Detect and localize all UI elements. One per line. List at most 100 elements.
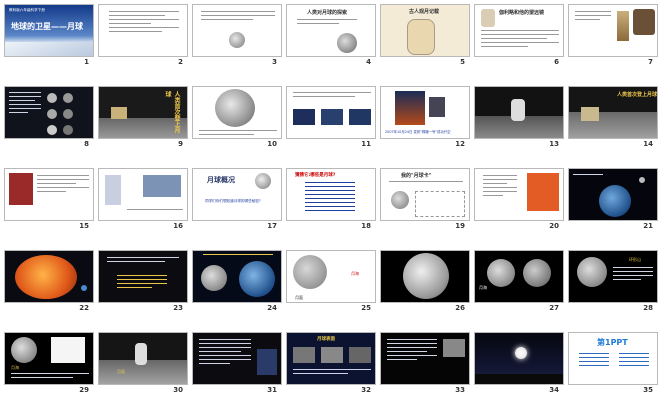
moon-map-drawing [51, 337, 85, 363]
slide-4[interactable]: 人类对月球的探索 4 [285, 3, 377, 69]
slide-12[interactable]: 2007年10月24日 发射"嫦娥一号"成功升空 12 [379, 85, 471, 151]
slide-20[interactable]: 20 [473, 167, 565, 233]
satellite-image-2 [321, 109, 343, 125]
slide-18-thumb[interactable]: 猜猜它:哪些是月球? [286, 168, 376, 221]
slide-21-thumb[interactable] [568, 168, 658, 221]
slide-15-thumb[interactable] [4, 168, 94, 221]
slide-3[interactable]: 3 [191, 3, 283, 69]
slide-26[interactable]: 26 [379, 249, 471, 315]
slide-number: 12 [455, 140, 465, 148]
slide-number: 35 [643, 386, 653, 394]
moon-phase-4 [63, 109, 73, 119]
slide-10[interactable]: 10 [191, 85, 283, 151]
slide-33[interactable]: 33 [379, 331, 471, 397]
slide-25-thumb[interactable]: 月面 月海 [286, 250, 376, 303]
slide-28[interactable]: 环形山 28 [567, 249, 659, 315]
slide-34-thumb[interactable] [474, 332, 564, 385]
slide-23-thumb[interactable] [98, 250, 188, 303]
slide-8-text [9, 92, 41, 116]
slide-29[interactable]: 月海 29 [3, 331, 95, 397]
slide-5-thumb[interactable]: 古人观月记载 [380, 4, 470, 57]
moon-image [11, 337, 37, 363]
slide-23-answer [117, 275, 167, 291]
slide-34[interactable]: 34 [473, 331, 565, 397]
slide-23[interactable]: 23 [97, 249, 189, 315]
slide-number: 8 [84, 140, 89, 148]
slide-1[interactable]: 教科版六年级科学下册 地球的卫星——月球 1 [3, 3, 95, 69]
slide-31[interactable]: 31 [191, 331, 283, 397]
slide-22[interactable]: 22 [3, 249, 95, 315]
slide-19-thumb[interactable]: 我的"月球卡" [380, 168, 470, 221]
slide-9-title: 人类首次登上月球 [164, 91, 180, 133]
moon-image [201, 265, 227, 291]
slide-number: 34 [549, 386, 559, 394]
slide-33-thumb[interactable] [380, 332, 470, 385]
slide-18-title: 猜猜它:哪些是月球? [295, 173, 336, 178]
slide-15[interactable]: 15 [3, 167, 95, 233]
slide-number: 9 [178, 140, 183, 148]
slide-2-thumb[interactable] [98, 4, 188, 57]
slide-18[interactable]: 猜猜它:哪些是月球? 18 [285, 167, 377, 233]
slide-19[interactable]: 我的"月球卡" 19 [379, 167, 471, 233]
slide-24-thumb[interactable] [192, 250, 282, 303]
slide-27-thumb[interactable]: 月海 [474, 250, 564, 303]
slide-30[interactable]: 月面 30 [97, 331, 189, 397]
slide-8-thumb[interactable] [4, 86, 94, 139]
slide-4-thumb[interactable]: 人类对月球的探索 [286, 4, 376, 57]
slide-11[interactable]: 11 [285, 85, 377, 151]
surface-photo-2 [321, 347, 343, 363]
slide-1-thumb[interactable]: 教科版六年级科学下册 地球的卫星——月球 [4, 4, 94, 57]
slide-6[interactable]: 伽利略和他的望远镜 6 [473, 3, 565, 69]
slide-number: 25 [361, 304, 371, 312]
slide-27[interactable]: 月海 27 [473, 249, 565, 315]
slide-26-thumb[interactable] [380, 250, 470, 303]
slide-25[interactable]: 月面 月海 25 [285, 249, 377, 315]
slide-number: 10 [267, 140, 277, 148]
slide-21[interactable]: 21 [567, 167, 659, 233]
slide-14-thumb[interactable]: 人类首次登上月球 [568, 86, 658, 139]
slide-number: 32 [361, 386, 371, 394]
snow-landscape [5, 42, 93, 56]
photo-image [9, 173, 33, 205]
slide-18-options [305, 182, 355, 214]
slide-10-thumb[interactable] [192, 86, 282, 139]
slide-17-caption: 同学们你们想知道月球的哪些秘密? [205, 199, 261, 203]
slide-28-thumb[interactable]: 环形山 [568, 250, 658, 303]
slide-11-thumb[interactable] [286, 86, 376, 139]
slide-5[interactable]: 古人观月记载 5 [379, 3, 471, 69]
slide-number: 30 [173, 386, 183, 394]
slide-9[interactable]: 人类首次登上月球 9 [97, 85, 189, 151]
slide-14[interactable]: 人类首次登上月球 14 [567, 85, 659, 151]
slide-32[interactable]: 月球表面 32 [285, 331, 377, 397]
slide-20-thumb[interactable] [474, 168, 564, 221]
slide-6-thumb[interactable]: 伽利略和他的望远镜 [474, 4, 564, 57]
slide-7-thumb[interactable] [568, 4, 658, 57]
slide-17[interactable]: 月球概况 同学们你们想知道月球的哪些秘密? 17 [191, 167, 283, 233]
slide-9-thumb[interactable]: 人类首次登上月球 [98, 86, 188, 139]
slide-16-thumb[interactable] [98, 168, 188, 221]
slide-22-thumb[interactable] [4, 250, 94, 303]
slide-8[interactable]: 8 [3, 85, 95, 151]
slide-29-thumb[interactable]: 月海 [4, 332, 94, 385]
lunar-module-image [581, 107, 599, 121]
slide-13-thumb[interactable] [474, 86, 564, 139]
slide-17-thumb[interactable]: 月球概况 同学们你们想知道月球的哪些秘密? [192, 168, 282, 221]
slide-35-thumb[interactable]: 第1PPT [568, 332, 658, 385]
slide-24[interactable]: 24 [191, 249, 283, 315]
slide-35[interactable]: 第1PPT 35 [567, 331, 659, 397]
slide-16[interactable]: 16 [97, 167, 189, 233]
moon-image [255, 173, 271, 189]
slide-number: 18 [361, 222, 371, 230]
slide-28-text [613, 267, 653, 283]
slide-30-thumb[interactable]: 月面 [98, 332, 188, 385]
slide-2[interactable]: 2 [97, 3, 189, 69]
sun-image [15, 255, 77, 299]
slide-32-thumb[interactable]: 月球表面 [286, 332, 376, 385]
slide-7[interactable]: 7 [567, 3, 659, 69]
slide-12-thumb[interactable]: 2007年10月24日 发射"嫦娥一号"成功升空 [380, 86, 470, 139]
slide-13[interactable]: 13 [473, 85, 565, 151]
slide-3-thumb[interactable] [192, 4, 282, 57]
slide-number: 7 [648, 58, 653, 66]
slide-31-thumb[interactable] [192, 332, 282, 385]
satellite-image-1 [293, 109, 315, 125]
